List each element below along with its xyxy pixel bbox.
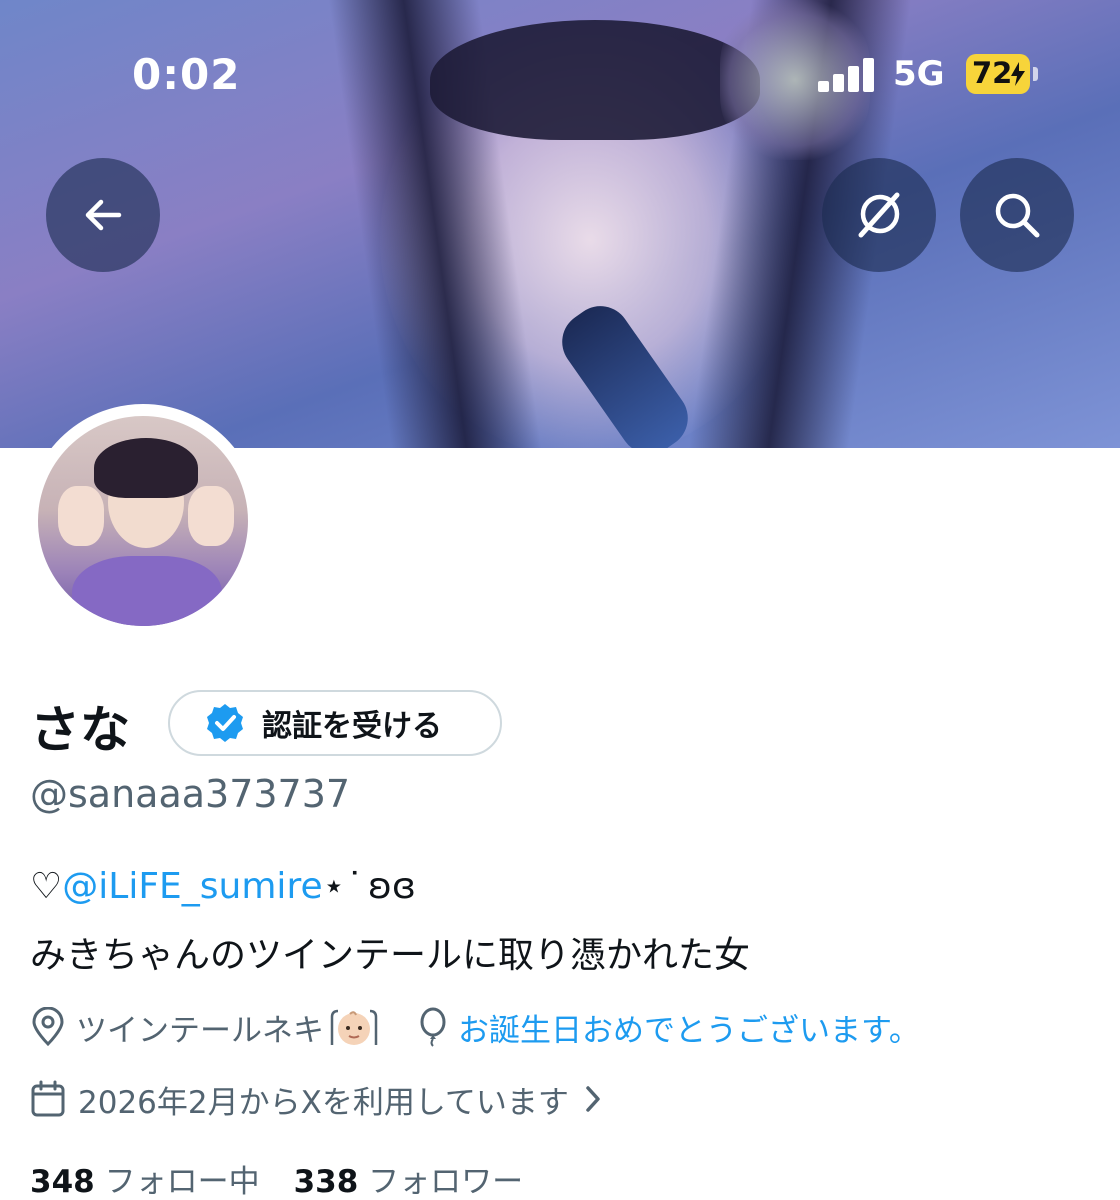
bio-line-2: みきちゃんのツインテールに取り憑かれた女 — [30, 935, 751, 976]
profile-meta-row: ツインテールネキ お誕生日おめでとうございます。 — [30, 1004, 920, 1050]
arrow-left-icon — [85, 199, 122, 231]
bio-heart: ♡ — [30, 866, 63, 907]
birthday-item: お誕生日おめでとうございます。 — [418, 1005, 920, 1050]
joined-date-row[interactable]: 2026年2月からXを利用しています — [30, 1076, 603, 1122]
following-count: 348 — [30, 1164, 95, 1200]
location-pin-icon — [32, 1007, 64, 1047]
verified-badge-icon — [207, 704, 243, 742]
bio-line-1: ♡@iLiFE_sumire⋆ ͘ ʚɞ — [30, 866, 416, 907]
get-verified-label: 認証を受ける — [262, 709, 442, 744]
grok-icon — [858, 192, 900, 238]
bio-decoration: ⋆ ͘ ʚɞ — [322, 866, 416, 907]
charging-bolt-icon — [1011, 62, 1025, 86]
followers-count: 338 — [293, 1164, 359, 1200]
bio-mention-link[interactable]: @iLiFE_sumire — [62, 866, 322, 907]
back-button[interactable] — [46, 158, 160, 272]
profile-avatar[interactable] — [26, 404, 260, 638]
followers-label: フォロワー — [368, 1164, 524, 1200]
baby-face-emoji-icon — [328, 1007, 380, 1047]
joined-date-text: 2026年2月からXを利用しています — [78, 1084, 569, 1121]
follow-stats: 348 フォロー中 338 フォロワー — [30, 1156, 523, 1200]
search-button[interactable] — [960, 158, 1074, 272]
balloon-icon — [420, 1007, 446, 1047]
user-handle: @sanaaa373737 — [30, 772, 351, 816]
network-type: 5G — [893, 54, 945, 94]
get-verified-button[interactable]: 認証を受ける — [168, 690, 502, 756]
battery-icon: 72 — [966, 54, 1038, 94]
following-label: フォロー中 — [104, 1164, 260, 1200]
search-icon — [995, 193, 1040, 238]
chevron-right-icon — [586, 1086, 600, 1112]
cellular-signal-icon — [818, 56, 878, 92]
status-time: 0:02 — [132, 50, 241, 99]
status-bar: 0:02 5G 72 — [0, 40, 1120, 110]
grok-button[interactable] — [822, 158, 936, 272]
location-text: ツインテールネキ — [76, 1012, 324, 1049]
followers-link[interactable]: 338 フォロワー — [294, 1164, 524, 1200]
following-link[interactable]: 348 フォロー中 — [30, 1164, 260, 1200]
birthday-link[interactable]: お誕生日おめでとうございます。 — [458, 1005, 920, 1050]
calendar-icon — [31, 1080, 65, 1117]
avatar-photo — [38, 416, 248, 626]
display-name: さな — [30, 701, 130, 759]
battery-level: 72 — [972, 56, 1013, 90]
